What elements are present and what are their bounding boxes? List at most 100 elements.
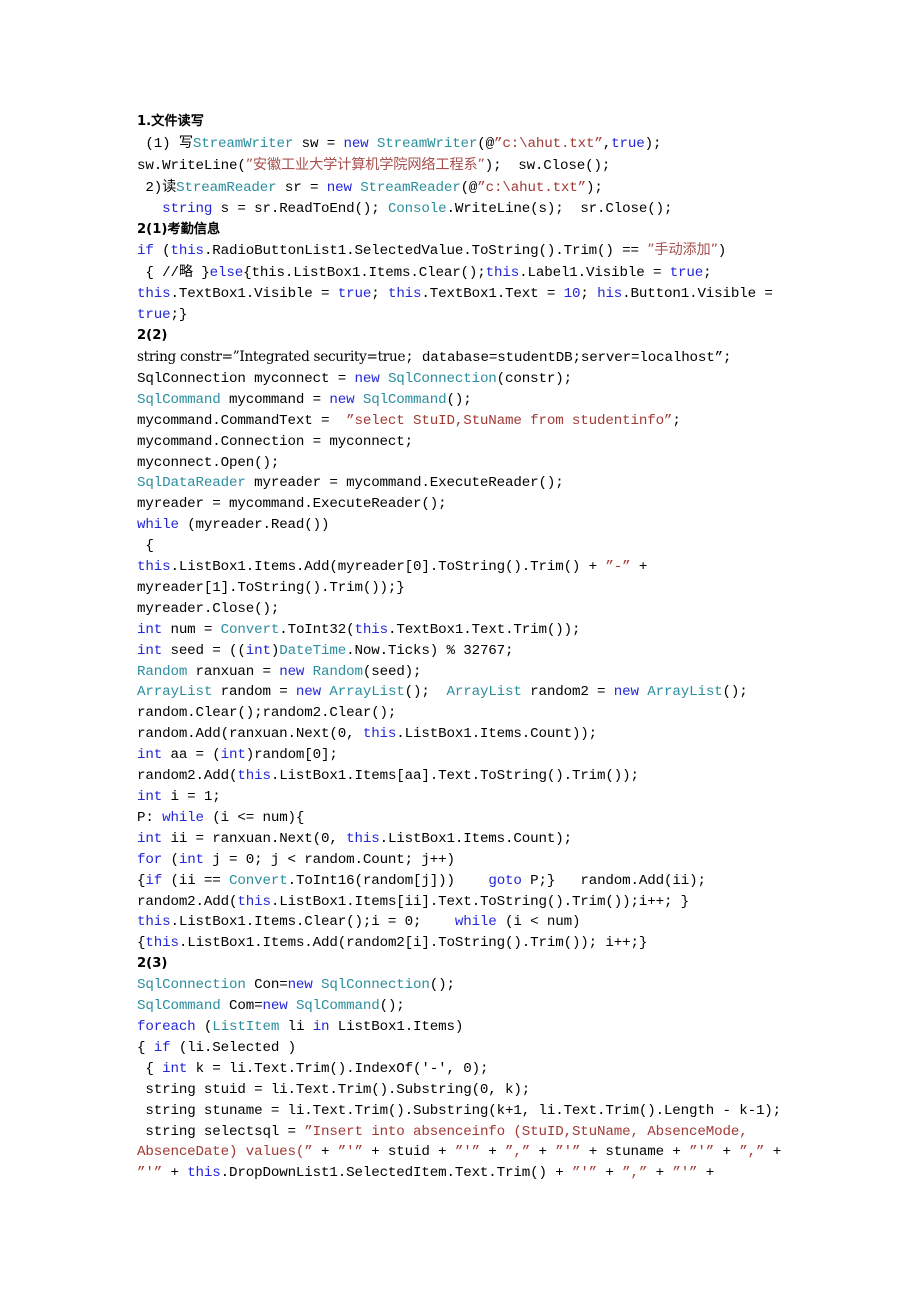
code-token-plain: 读: [162, 178, 177, 195]
code-line: while (myreader.Read()): [137, 515, 790, 536]
code-token-plain: myreader[1].ToString().Trim());}: [137, 579, 405, 596]
code-token-plain: ;: [371, 286, 388, 303]
code-line: this.ListBox1.Items.Clear();i = 0; while…: [137, 912, 790, 933]
code-token-kw: if: [137, 243, 154, 260]
code-token-plain: 2): [137, 179, 163, 196]
code-token-kw: this: [387, 286, 422, 303]
code-line: mycommand.CommandText = ”select StuID,St…: [137, 411, 790, 432]
code-token-kw: while: [137, 517, 179, 534]
code-line: random2.Add(this.ListBox1.Items[ii].Text…: [137, 892, 790, 913]
document-page: 1.文件读写 (1) 写StreamWriter sw = new Stream…: [0, 0, 920, 1302]
code-token-str: ”,”: [739, 1144, 765, 1161]
code-line: int i = 1;: [137, 787, 790, 808]
code-token-str: ”-”: [605, 559, 631, 576]
code-token-plain: {: [137, 1039, 154, 1056]
code-token-plain: P;} random.Add(ii);: [521, 872, 706, 889]
code-token-str: ”'”: [137, 1165, 163, 1182]
code-token-plain: {this.ListBox1.Items.Clear();: [243, 265, 486, 282]
code-token-kw: new: [326, 179, 352, 196]
code-token-plain: +: [162, 1165, 188, 1182]
code-line: int ii = ranxuan.Next(0, this.ListBox1.I…: [137, 829, 790, 850]
section-heading: 2(2): [137, 328, 168, 344]
code-token-plain: + stuid +: [362, 1144, 455, 1161]
code-line: mycommand.Connection = myconnect;: [137, 432, 790, 453]
code-token-kw: int: [137, 747, 163, 764]
code-line: SqlConnection Con=new SqlConnection();: [137, 975, 790, 996]
code-token-plain: i = 1;: [162, 789, 221, 805]
code-line: (1) 写StreamWriter sw = new StreamWriter(…: [137, 133, 790, 155]
code-token-plain: +: [697, 1165, 715, 1182]
code-token-plain: ();: [379, 998, 405, 1015]
code-token-plain: +: [647, 1165, 673, 1182]
code-line: this.TextBox1.Visible = true; this.TextB…: [137, 284, 790, 305]
code-token-plain: .DropDownList1.SelectedItem.Text.Trim() …: [220, 1165, 572, 1182]
code-token-str: ”'”: [454, 1144, 480, 1161]
code-token-str: ”,”: [505, 1144, 531, 1161]
code-token-kw: while: [454, 914, 497, 931]
code-token-kw: while: [162, 809, 204, 826]
code-token-str: ”'”: [555, 1144, 581, 1161]
code-token-type: SqlCommand: [137, 998, 221, 1015]
code-token-plain: .ToInt16(random[j])): [287, 872, 489, 889]
code-line: Random ranxuan = new Random(seed);: [137, 662, 790, 683]
code-token-plain: )random[0];: [245, 747, 338, 764]
code-token-plain: {: [137, 538, 154, 555]
code-line: string stuname = li.Text.Trim().Substrin…: [137, 1101, 790, 1122]
code-line: myreader = mycommand.ExecuteReader();: [137, 494, 790, 515]
code-line: ArrayList random = new ArrayList(); Arra…: [137, 682, 790, 703]
code-token-plain: (ii ==: [162, 872, 230, 889]
code-token-plain: (seed);: [362, 663, 422, 680]
code-token-type: StreamWriter: [192, 135, 294, 152]
code-token-plain: random2.Add(: [137, 768, 238, 785]
code-token-plain: myreader.Close();: [137, 600, 280, 617]
code-line: SqlDataReader myreader = mycommand.Execu…: [137, 473, 790, 494]
code-token-plain: .ToInt32(: [279, 621, 355, 638]
code-token-plain: ;: [580, 286, 598, 303]
code-token-plain: ): [270, 642, 280, 659]
code-token-kw: int: [137, 642, 163, 659]
code-token-type: Convert: [229, 872, 288, 889]
section-heading: 2(1)考勤信息: [137, 221, 221, 237]
code-token-plain: (myreader.Read()): [178, 517, 330, 534]
code-token-kw: this: [237, 768, 271, 785]
code-token-type: ArrayList: [137, 684, 213, 701]
code-token-kw: int: [245, 642, 271, 659]
code-token-str: ”'”: [337, 1144, 363, 1161]
code-token-plain: ); sw.Close();: [484, 157, 611, 174]
code-token-str: ”select StuID,StuName from studentinfo”: [346, 412, 673, 429]
code-line: { if (li.Selected ): [137, 1038, 790, 1059]
code-token-kw: if: [153, 1039, 171, 1056]
code-token-plain: string constr=”Integrated security=true: [137, 348, 406, 365]
code-token-kw: true: [611, 135, 645, 152]
code-token-type: SqlCommand: [362, 391, 447, 408]
code-token-plain: ListBox1.Items): [329, 1018, 464, 1035]
code-token-plain: .Label1.Visible =: [519, 265, 670, 282]
code-line: this.ListBox1.Items.Add(myreader[0].ToSt…: [137, 557, 790, 578]
code-token-plain: {: [137, 1060, 163, 1077]
code-line: SqlConnection myconnect = new SqlConnect…: [137, 369, 790, 390]
code-line: SqlCommand Com=new SqlCommand();: [137, 996, 790, 1017]
code-token-plain: );: [586, 179, 603, 196]
code-token-plain: .RadioButtonList1.SelectedValue.ToString…: [203, 243, 648, 260]
code-token-type: ArrayList: [329, 684, 405, 701]
code-line: AbsenceDate) values(” + ”'” + stuid + ”'…: [137, 1142, 790, 1163]
code-token-plain: .ListBox1.Items[aa].Text.ToString().Trim…: [270, 768, 639, 785]
code-line: int aa = (int)random[0];: [137, 745, 790, 766]
code-token-plain: ;: [672, 412, 681, 429]
code-line: foreach (ListItem li in ListBox1.Items): [137, 1017, 790, 1038]
code-token-kw: new: [279, 663, 305, 680]
code-token-type: StreamReader: [360, 179, 461, 196]
code-token-kw: his: [597, 286, 623, 303]
code-token-plain: .TextBox1.Visible =: [170, 286, 338, 303]
code-token-plain: sr =: [276, 179, 327, 196]
code-token-plain: (: [195, 1018, 213, 1035]
code-token-kw: new: [287, 977, 313, 994]
code-token-plain: seed = ((: [162, 642, 246, 659]
code-token-type: SqlCommand: [137, 391, 221, 408]
code-token-plain: ();: [446, 391, 472, 408]
